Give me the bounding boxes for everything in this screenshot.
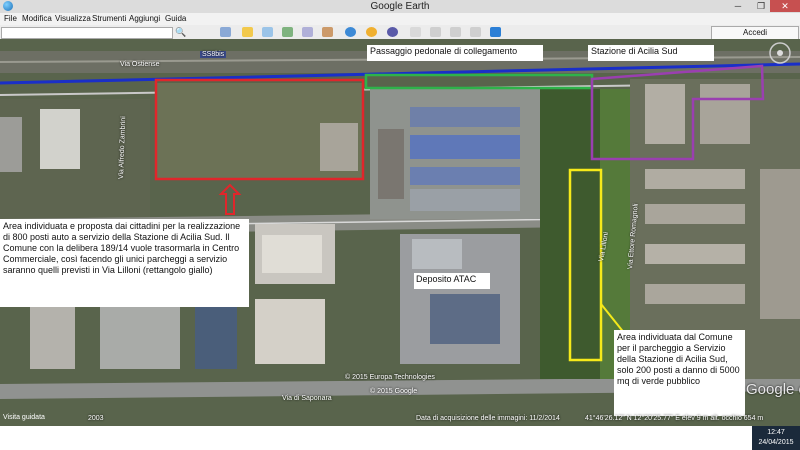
- planets-icon[interactable]: [387, 27, 398, 37]
- email-icon[interactable]: [430, 27, 441, 37]
- image-acquisition-date: Data di acquisizione delle immagini: 11/…: [416, 415, 560, 422]
- menu-strumenti[interactable]: Strumenti: [92, 13, 126, 25]
- minimize-button[interactable]: ─: [727, 0, 749, 12]
- save-image-icon[interactable]: [470, 27, 481, 37]
- road-label-via-ostiense: Via Ostiense: [120, 61, 160, 68]
- label-area-comune: Area individuata dal Comune per il parch…: [614, 330, 745, 416]
- view-in-maps-icon[interactable]: [490, 27, 501, 37]
- menu-visualizza[interactable]: Visualizza: [55, 13, 91, 25]
- menu-guida[interactable]: Guida: [165, 13, 186, 25]
- sign-in-button[interactable]: Accedi: [711, 26, 799, 40]
- clock-time: 12:47: [767, 429, 785, 436]
- coordinates-readout: 41°46'26.12" N 12°20'25.77" E elev 9 m a…: [585, 415, 764, 422]
- search-button[interactable]: 🔍: [175, 27, 187, 38]
- sidebar-toggle-icon[interactable]: [220, 27, 231, 37]
- menu-file[interactable]: File: [4, 13, 17, 25]
- window-title: Google Earth: [370, 1, 430, 12]
- sunlight-icon[interactable]: [366, 27, 377, 37]
- record-tour-icon[interactable]: [322, 27, 333, 37]
- print-icon[interactable]: [450, 27, 461, 37]
- visita-guidata-button[interactable]: Visita guidata: [3, 414, 45, 421]
- placemark-icon[interactable]: [242, 27, 253, 37]
- status-bar: Visita guidata 12:47 24/04/2015: [0, 414, 800, 450]
- path-icon[interactable]: [282, 27, 293, 37]
- search-input[interactable]: [1, 27, 173, 39]
- image-overlay-icon[interactable]: [302, 27, 313, 37]
- google-earth-watermark: Google earth: [746, 381, 800, 398]
- clock-date: 24/04/2015: [758, 439, 794, 446]
- maximize-button[interactable]: ❐: [750, 0, 772, 12]
- menu-bar: File Modifica Visualizza Strumenti Aggiu…: [0, 13, 800, 25]
- ruler-icon[interactable]: [410, 27, 421, 37]
- label-stazione-acilia-sud: Stazione di Acilia Sud: [588, 45, 714, 61]
- label-deposito-atac: Deposito ATAC: [414, 273, 490, 289]
- menu-aggiungi[interactable]: Aggiungi: [129, 13, 160, 25]
- label-passaggio-pedonale: Passaggio pedonale di collegamento: [367, 45, 543, 61]
- toolbar: 🔍 Accedi: [0, 25, 800, 40]
- road-label-via-saponara: Via di Saponara: [282, 395, 332, 402]
- label-area-cittadini: Area individuata e proposta dai cittadin…: [0, 219, 249, 307]
- menu-modifica[interactable]: Modifica: [22, 13, 52, 25]
- tour-year: 2003: [88, 415, 104, 422]
- map-view[interactable]: Via Ostiense SS8bis Via di Saponara Via …: [0, 39, 800, 426]
- close-button[interactable]: ✕: [770, 0, 800, 12]
- road-label-ss8: SS8bis: [200, 51, 227, 58]
- system-clock: 12:47 24/04/2015: [752, 426, 800, 450]
- copyright-europa: © 2015 Europa Technologies: [345, 374, 435, 381]
- copyright-google: © 2015 Google: [370, 388, 418, 395]
- title-bar: Google Earth ─ ❐ ✕: [0, 0, 800, 14]
- historical-imagery-icon[interactable]: [345, 27, 356, 37]
- polygon-icon[interactable]: [262, 27, 273, 37]
